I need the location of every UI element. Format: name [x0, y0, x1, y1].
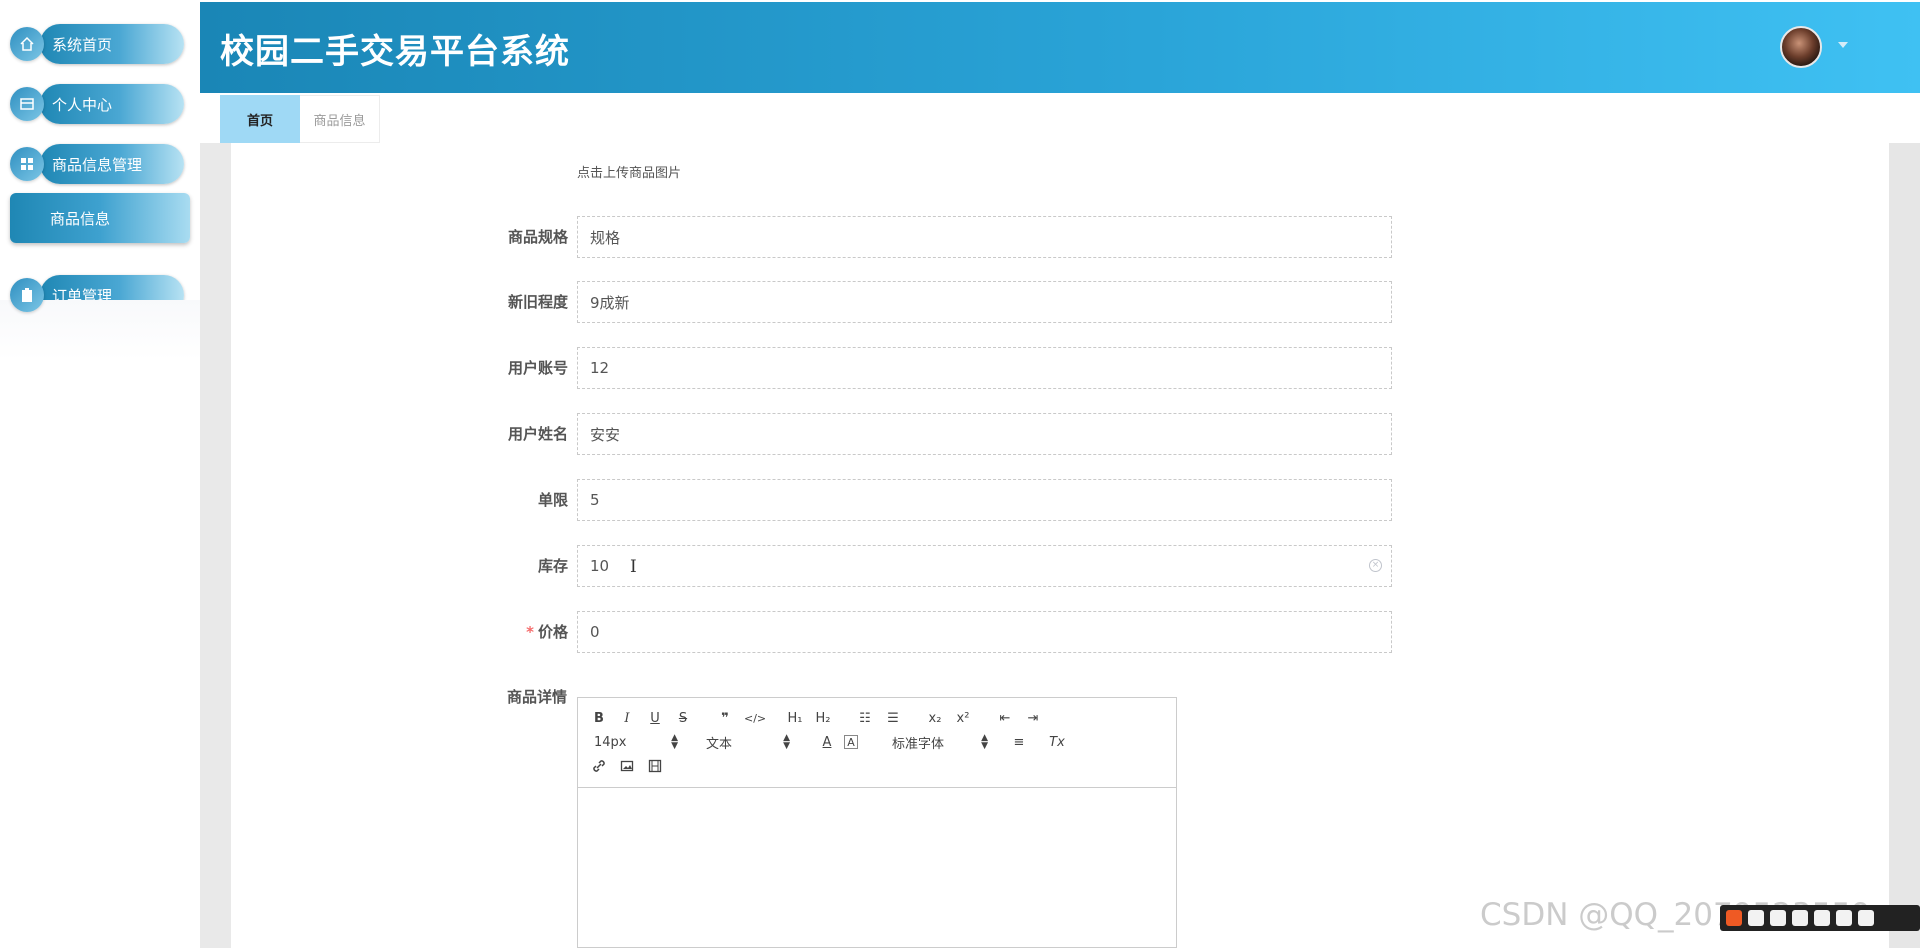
image-icon[interactable]	[618, 756, 636, 776]
field-label: 库存	[537, 557, 568, 575]
upload-image-hint[interactable]: 点击上传商品图片	[577, 162, 681, 181]
background-color-button[interactable]: A	[844, 735, 858, 749]
strike-button[interactable]: S	[674, 708, 692, 728]
text-cursor-icon: I	[630, 557, 637, 577]
tabs-bar: 首页 商品信息	[200, 93, 1920, 143]
font-size-select[interactable]: 14px ▲ ▼	[594, 732, 678, 752]
font-family-select[interactable]: 标准字体 ▲ ▼	[892, 732, 988, 752]
font-size-value: 14px	[594, 734, 627, 750]
subscript-button[interactable]: x₂	[926, 708, 944, 728]
superscript-button[interactable]: x²	[954, 708, 972, 728]
home-icon	[10, 27, 44, 61]
sidebar-item-goods-management[interactable]: 商品信息管理	[10, 143, 184, 185]
tab-home[interactable]: 首页	[220, 95, 300, 143]
select-arrows-icon: ▲ ▼	[671, 733, 678, 751]
form-row-price: * 价格	[420, 611, 1392, 653]
account-input[interactable]	[577, 347, 1392, 389]
bold-button[interactable]: B	[590, 708, 608, 728]
username-input[interactable]	[577, 413, 1392, 455]
caret-down-icon[interactable]	[1838, 42, 1848, 48]
bullet-list-button[interactable]: ☰	[884, 708, 902, 728]
field-label: 新旧程度	[507, 293, 568, 311]
required-mark: *	[526, 623, 534, 641]
scrollbar-track[interactable]	[1889, 143, 1920, 948]
italic-button[interactable]: I	[618, 708, 636, 728]
tray-icon[interactable]	[1792, 910, 1808, 926]
font-family-value: 标准字体	[892, 736, 945, 752]
grid-icon	[10, 147, 44, 181]
paragraph-value: 文本	[706, 736, 733, 752]
sidebar-subitem-label: 商品信息	[50, 209, 111, 228]
limit-input[interactable]	[577, 479, 1392, 521]
form-row-spec: 商品规格	[420, 216, 1392, 258]
link-icon[interactable]	[590, 756, 608, 776]
sidebar-item-label: 商品信息管理	[40, 144, 184, 184]
editor-label: 商品详情	[506, 688, 567, 706]
video-icon[interactable]	[646, 756, 664, 776]
content-gutter-left	[200, 143, 231, 948]
price-input[interactable]	[577, 611, 1392, 653]
user-avatar[interactable]	[1780, 26, 1822, 68]
form-row-username: 用户姓名	[420, 413, 1392, 455]
sidebar-item-profile[interactable]: 个人中心	[10, 83, 184, 125]
tray-icon[interactable]	[1748, 910, 1764, 926]
app-tray-icon[interactable]	[1726, 910, 1742, 926]
underline-button[interactable]: U	[646, 708, 664, 728]
field-label: 单限	[537, 491, 568, 509]
indent-button[interactable]: ⇥	[1024, 708, 1042, 728]
sidebar-item-home[interactable]: 系统首页	[10, 23, 184, 65]
h2-button[interactable]: H₂	[814, 708, 832, 728]
sidebar-item-label: 系统首页	[40, 24, 184, 64]
tray-icon[interactable]	[1770, 910, 1786, 926]
field-label: 商品规格	[507, 228, 568, 246]
paragraph-select[interactable]: 文本 ▲ ▼	[706, 732, 790, 752]
sidebar: 系统首页 个人中心 商品信息管理 商品信息 订单管理	[0, 0, 200, 948]
field-label-text: 价格	[537, 623, 568, 641]
select-arrows-icon: ▲ ▼	[981, 733, 988, 751]
tray-icon[interactable]	[1814, 910, 1830, 926]
form-row-condition: 新旧程度	[420, 281, 1392, 323]
tab-goods-info[interactable]: 商品信息	[300, 95, 380, 143]
stock-input[interactable]	[577, 545, 1392, 587]
form-row-account: 用户账号	[420, 347, 1392, 389]
clean-format-button[interactable]: Tx	[1048, 732, 1066, 752]
form-row-limit: 单限	[420, 479, 1392, 521]
app-title: 校园二手交易平台系统	[220, 32, 570, 72]
spec-input[interactable]	[577, 216, 1392, 258]
outdent-button[interactable]: ⇤	[996, 708, 1014, 728]
quote-button[interactable]: ❞	[716, 708, 734, 728]
h1-button[interactable]: H₁	[786, 708, 804, 728]
sidebar-item-label: 个人中心	[40, 84, 184, 124]
editor-body[interactable]	[578, 788, 1176, 948]
card-icon	[10, 87, 44, 121]
editor-toolbar: B I U S ❞ </> H₁ H₂ ☷ ☰ x₂ x² ⇤ ⇥ 14px ▲…	[578, 698, 1176, 788]
app-header: 校园二手交易平台系统	[200, 2, 1920, 93]
code-button[interactable]: </>	[744, 708, 766, 728]
clipboard-icon	[10, 278, 44, 312]
sidebar-subitem-goods-info[interactable]: 商品信息	[10, 193, 190, 243]
field-label: 用户账号	[507, 359, 568, 377]
ordered-list-button[interactable]: ☷	[856, 708, 874, 728]
field-label: 用户姓名	[507, 425, 568, 443]
rich-text-editor: B I U S ❞ </> H₁ H₂ ☷ ☰ x₂ x² ⇤ ⇥ 14px ▲…	[577, 697, 1177, 948]
align-button[interactable]: ≡	[1010, 732, 1028, 752]
tray-icon[interactable]	[1858, 910, 1874, 926]
select-arrows-icon: ▲ ▼	[783, 733, 790, 751]
clear-icon[interactable]: ×	[1369, 559, 1382, 572]
condition-input[interactable]	[577, 281, 1392, 323]
tray-icon[interactable]	[1836, 910, 1852, 926]
system-tray	[1720, 905, 1920, 931]
font-color-button[interactable]: A	[818, 732, 836, 752]
field-label: * 价格	[526, 611, 568, 653]
form-row-stock: 库存 ×	[420, 545, 1392, 587]
